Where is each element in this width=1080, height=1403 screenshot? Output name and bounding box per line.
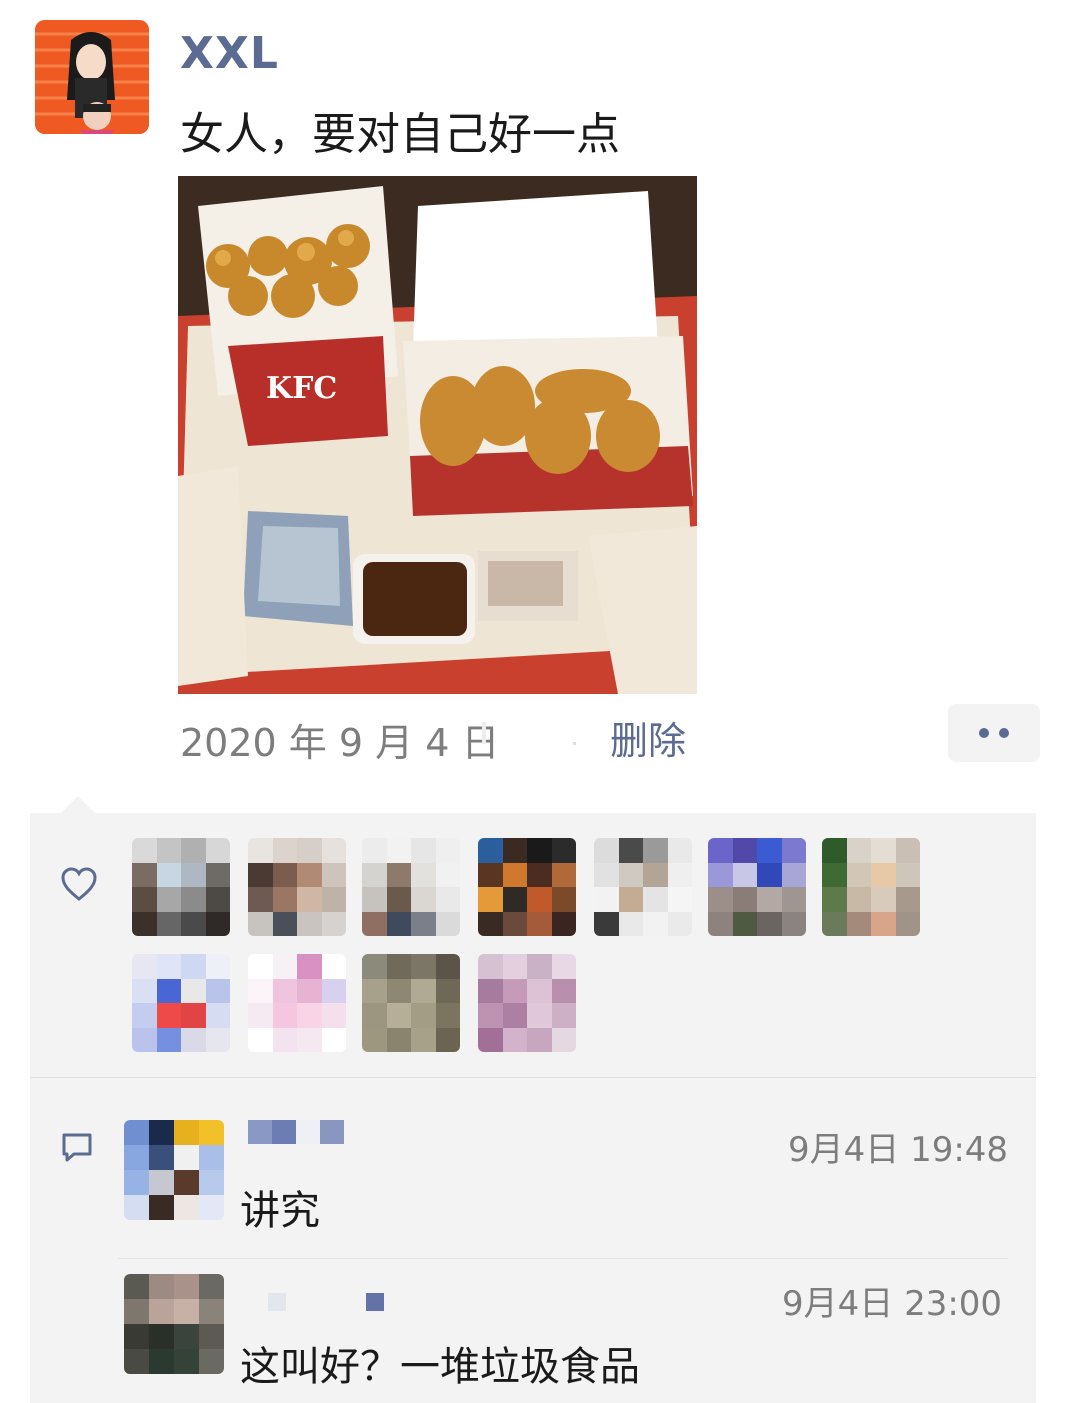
author-avatar[interactable] xyxy=(35,20,149,134)
liker-avatar[interactable] xyxy=(478,954,576,1052)
liker-avatar[interactable] xyxy=(132,954,230,1052)
comment-bubble-icon xyxy=(60,1132,94,1164)
comment-time: 9月4日 19:48 xyxy=(788,1130,1009,1170)
heart-outline-icon xyxy=(60,866,98,902)
liker-avatar[interactable] xyxy=(708,838,806,936)
liker-avatar[interactable] xyxy=(478,838,576,936)
kfc-meal-photo: KFC xyxy=(178,176,697,694)
blur-mosaic-icon xyxy=(482,722,576,745)
liker-avatar[interactable] xyxy=(822,838,920,936)
comment-divider xyxy=(118,1258,1008,1259)
more-button[interactable] xyxy=(948,704,1040,762)
comment-time: 9月4日 23:00 xyxy=(782,1284,1003,1324)
commenter-name-blurred[interactable] xyxy=(268,1293,384,1317)
post-photo[interactable]: KFC xyxy=(178,176,697,694)
post-text: 女人，要对自己好一点 xyxy=(180,109,620,160)
commenter-avatar[interactable] xyxy=(124,1120,224,1220)
liker-avatar[interactable] xyxy=(248,838,346,936)
author-name[interactable]: XXL xyxy=(180,28,279,79)
more-dots-icon xyxy=(979,728,989,738)
delete-link[interactable]: 删除 xyxy=(610,710,686,765)
comment-text[interactable]: 讲究 xyxy=(240,1178,320,1236)
cartoon-girl-avatar-icon xyxy=(35,20,149,134)
blurred-location xyxy=(480,712,580,752)
liker-avatar[interactable] xyxy=(594,838,692,936)
liker-avatar[interactable] xyxy=(132,838,230,936)
panel-caret xyxy=(60,796,96,814)
kfc-logo-text: KFC xyxy=(266,371,337,406)
comment-text[interactable]: 这叫好？一堆垃圾食品 xyxy=(240,1334,640,1392)
more-dots-icon xyxy=(999,728,1009,738)
commenter-name-blurred[interactable] xyxy=(248,1120,344,1144)
commenter-avatar[interactable] xyxy=(124,1274,224,1374)
post-date: 2020 年 9 月 4 日 xyxy=(180,721,500,765)
liker-avatar[interactable] xyxy=(248,954,346,1052)
liker-avatar[interactable] xyxy=(362,954,460,1052)
liker-avatar[interactable] xyxy=(362,838,460,936)
